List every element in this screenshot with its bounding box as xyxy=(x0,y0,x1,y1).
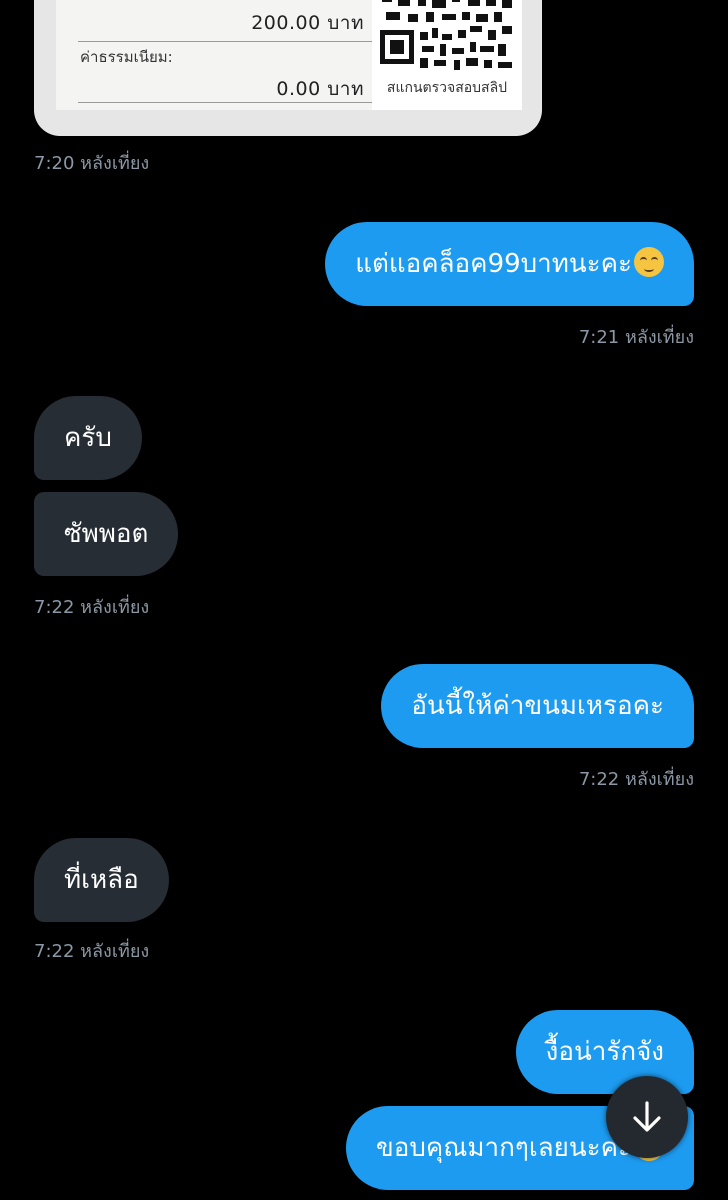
message-timestamp: 7:21 หลังเที่ยง xyxy=(578,327,694,348)
message-timestamp: 7:22 หลังเที่ยง xyxy=(34,941,150,962)
message-text: ซัพพอต xyxy=(64,519,149,549)
qr-code: สแกนตรวจสอบสลิป xyxy=(372,0,522,110)
fee-label: ค่าธรรมเนียม: xyxy=(80,48,173,66)
receipt-details: 200.00 บาท ค่าธรรมเนียม: 0.00 บาท xyxy=(56,0,390,110)
qr-caption: สแกนตรวจสอบสลิป xyxy=(386,80,508,96)
transfer-amount: 200.00 บาท xyxy=(251,12,364,34)
fee-amount: 0.00 บาท xyxy=(276,78,364,100)
transfer-receipt-image[interactable]: 200.00 บาท ค่าธรรมเนียม: 0.00 บาท สแกนตร… xyxy=(34,0,542,136)
message-text: อันนี้ให้ค่าขนมเหรอคะ xyxy=(411,691,664,721)
message-bubble-sent[interactable]: แต่แอคล็อค99บาทนะคะ xyxy=(325,222,694,306)
message-timestamp: 7:22 หลังเที่ยง xyxy=(578,769,694,790)
message-bubble-received[interactable]: ครับ xyxy=(34,396,142,480)
smiling-face-icon xyxy=(634,247,664,277)
receipt-divider xyxy=(78,102,390,103)
message-timestamp: 7:22 หลังเที่ยง xyxy=(34,597,150,618)
message-text: ครับ xyxy=(64,423,112,453)
message-text: แต่แอคล็อค99บาทนะคะ xyxy=(355,249,632,279)
message-text: งื้อน่ารักจัง xyxy=(545,1037,664,1067)
message-text: ที่เหลือ xyxy=(64,865,139,895)
qr-code-icon xyxy=(378,0,516,74)
message-bubble-sent[interactable]: อันนี้ให้ค่าขนมเหรอคะ xyxy=(381,664,694,748)
message-text: ขอบคุณมากๆเลยนะคะ xyxy=(375,1133,632,1163)
scroll-to-bottom-button[interactable] xyxy=(606,1076,688,1158)
message-timestamp: 7:20 หลังเที่ยง xyxy=(34,153,150,174)
message-bubble-received[interactable]: ซัพพอต xyxy=(34,492,179,576)
message-bubble-received[interactable]: ที่เหลือ xyxy=(34,838,169,922)
receipt-divider xyxy=(78,41,390,42)
arrow-down-icon xyxy=(633,1101,661,1132)
